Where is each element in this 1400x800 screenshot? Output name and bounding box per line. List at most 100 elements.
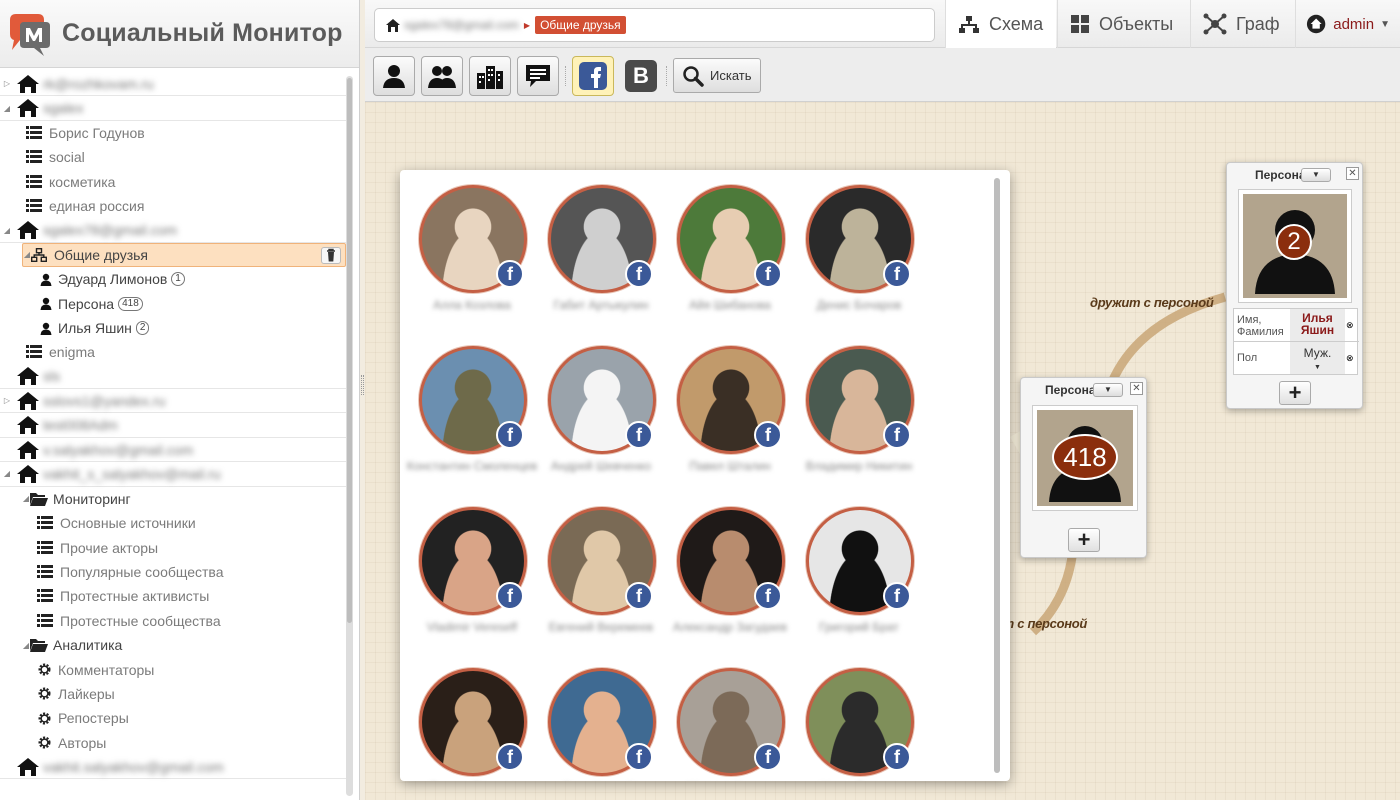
- add-group-button[interactable]: [421, 56, 463, 96]
- expand-toggle-icon[interactable]: ◢: [3, 104, 11, 113]
- tree-item-account[interactable]: ◢ vakhit_s_salyakhov@mail.ru: [0, 462, 346, 487]
- tab-graph[interactable]: Граф: [1190, 0, 1294, 48]
- tree-item-account[interactable]: sls: [0, 365, 346, 390]
- expand-toggle-icon[interactable]: ◢: [3, 226, 11, 235]
- friend-card[interactable]: f Айя Шибанова: [660, 170, 800, 330]
- friend-name[interactable]: Олег Ковалёв: [531, 780, 671, 781]
- friend-name[interactable]: Виктор Сенчин: [402, 780, 542, 781]
- tree-item-folder[interactable]: ◢ Мониторинг: [0, 487, 346, 511]
- gender-select[interactable]: Муж. ▼: [1290, 342, 1345, 374]
- persona-type-dropdown[interactable]: ▼: [1093, 383, 1123, 397]
- friend-card[interactable]: f Виктор Сенчин: [402, 653, 542, 781]
- search-button[interactable]: Искать: [673, 58, 761, 93]
- expand-toggle-icon[interactable]: ▷: [3, 79, 11, 88]
- friend-name[interactable]: Денис Бочаров: [789, 297, 929, 313]
- app-logo[interactable]: Социальный Монитор: [0, 0, 359, 68]
- tree-item-person[interactable]: Персона 418: [0, 292, 346, 316]
- tab-schema[interactable]: Схема: [945, 0, 1056, 49]
- tree-item-gear[interactable]: Репостеры: [0, 706, 346, 730]
- tree-item-gear[interactable]: Авторы: [0, 731, 346, 755]
- friend-name[interactable]: Vladimir Vereseff: [402, 619, 542, 635]
- persona-type-dropdown[interactable]: ▼: [1301, 168, 1331, 182]
- friend-name[interactable]: Габит Артыкулин: [531, 297, 671, 313]
- expand-toggle-icon[interactable]: ◢: [22, 641, 30, 650]
- facebook-filter-button[interactable]: [572, 56, 614, 96]
- user-menu[interactable]: admin ▼: [1295, 0, 1400, 48]
- tree-item-gear[interactable]: Лайкеры: [0, 682, 346, 706]
- friend-name[interactable]: Павел Шталин: [660, 458, 800, 474]
- tree-item-list[interactable]: social: [0, 145, 346, 169]
- add-message-button[interactable]: [517, 56, 559, 96]
- friend-name[interactable]: Константин Смоленцев: [402, 458, 542, 474]
- tree-item-account[interactable]: test008Adm: [0, 413, 346, 438]
- close-icon[interactable]: ✕: [1346, 167, 1359, 180]
- friend-card[interactable]: f Андрей Шевченко: [531, 331, 671, 491]
- friend-card[interactable]: f Алла Козлова: [402, 170, 542, 330]
- friend-name[interactable]: Александр Загудаев: [660, 619, 800, 635]
- persona-card[interactable]: Персона ▼ ✕ 418 +: [1020, 377, 1147, 558]
- expand-toggle-icon[interactable]: ◢: [22, 494, 30, 503]
- friend-name[interactable]: Алла Козлова: [402, 297, 542, 313]
- friend-card[interactable]: f Олег Ковалёв: [531, 653, 671, 781]
- add-attribute-button[interactable]: +: [1279, 381, 1311, 405]
- tree-item-gear[interactable]: Комментаторы: [0, 657, 346, 681]
- friend-name[interactable]: Айя Шибанова: [660, 297, 800, 313]
- tree-item-list[interactable]: Основные источники: [0, 511, 346, 535]
- tree-item-account[interactable]: ▷ rk@rozhkovam.ru: [0, 72, 346, 97]
- remove-attribute-icon[interactable]: ⊗: [1346, 319, 1354, 331]
- friend-card[interactable]: f Евгений Веремеев: [531, 492, 671, 652]
- vk-filter-button[interactable]: В: [620, 56, 662, 96]
- sidebar-scrollbar[interactable]: [346, 76, 353, 796]
- schema-canvas[interactable]: дружит с персоной ит с персоной f Алла Ко…: [365, 102, 1400, 800]
- expand-toggle-icon[interactable]: ◢: [3, 469, 11, 478]
- friend-card[interactable]: f Денис Бочаров: [789, 170, 929, 330]
- friend-card[interactable]: f Григорий Брат: [789, 492, 929, 652]
- tree-item-account[interactable]: ▷ sslovs1@yandex.ru: [0, 389, 346, 414]
- friend-card[interactable]: f Vladimir Vereseff: [402, 492, 542, 652]
- friend-card[interactable]: f Габит Артыкулин: [531, 170, 671, 330]
- tree-item-account[interactable]: vakhit.salyakhov@gmail.com: [0, 755, 346, 780]
- expand-toggle-icon[interactable]: ◢: [23, 250, 31, 259]
- tree-item-account[interactable]: v.salyakhov@gmail.com: [0, 438, 346, 463]
- tree-item-list[interactable]: Протестные активисты: [0, 584, 346, 608]
- tree-item-person[interactable]: Илья Яшин 2: [0, 316, 346, 340]
- friend-name[interactable]: Евгений Веремеев: [531, 619, 671, 635]
- expand-toggle-icon[interactable]: ▷: [3, 396, 11, 405]
- tree-item-account[interactable]: ◢ sgalex: [0, 96, 346, 121]
- delete-icon[interactable]: [321, 246, 341, 264]
- tree-item-list[interactable]: enigma: [0, 340, 346, 364]
- tree-item-list[interactable]: Популярные сообщества: [0, 560, 346, 584]
- persona-card-yashin[interactable]: Персона ▼ ✕ 2 Имя, Фамилия Илья Яшин ⊗ П…: [1226, 162, 1363, 409]
- friend-card[interactable]: f Владимир Никитин: [789, 331, 929, 491]
- sidebar-scrollbar-thumb[interactable]: [347, 78, 352, 623]
- friend-card[interactable]: f Константин Смоленцев: [402, 331, 542, 491]
- tab-objects[interactable]: Объекты: [1057, 0, 1189, 48]
- sidebar-resize-handle[interactable]: [361, 375, 364, 395]
- panel-scrollbar-thumb[interactable]: [994, 178, 1000, 773]
- panel-scrollbar[interactable]: [994, 178, 1000, 773]
- tree-item-list[interactable]: Прочие акторы: [0, 535, 346, 559]
- add-person-button[interactable]: [373, 56, 415, 96]
- tree-item-list[interactable]: Протестные сообщества: [0, 609, 346, 633]
- friend-card[interactable]: f Игорь Власов: [789, 653, 929, 781]
- tree-item-group[interactable]: ◢ Общие друзья: [22, 242, 346, 268]
- breadcrumb-account[interactable]: sgalex78@gmail.com: [404, 18, 519, 32]
- attribute-value[interactable]: Илья Яшин: [1290, 309, 1345, 341]
- tree-item-folder[interactable]: ◢ Аналитика: [0, 633, 346, 657]
- tree-item-list[interactable]: Борис Годунов: [0, 121, 346, 145]
- friend-card[interactable]: f Павел Шталин: [660, 331, 800, 491]
- close-icon[interactable]: ✕: [1130, 382, 1143, 395]
- friend-name[interactable]: Марина Котова: [660, 780, 800, 781]
- friend-name[interactable]: Григорий Брат: [789, 619, 929, 635]
- friend-card[interactable]: f Марина Котова: [660, 653, 800, 781]
- friend-name[interactable]: Игорь Власов: [789, 780, 929, 781]
- add-organization-button[interactable]: [469, 56, 511, 96]
- remove-attribute-icon[interactable]: ⊗: [1346, 352, 1354, 364]
- friend-card[interactable]: f Александр Загудаев: [660, 492, 800, 652]
- tree-item-list[interactable]: косметика: [0, 170, 346, 194]
- friend-name[interactable]: Владимир Никитин: [789, 458, 929, 474]
- tree-item-list[interactable]: единая россия: [0, 194, 346, 218]
- tree-item-account[interactable]: ◢ sgalex78@gmail.com: [0, 218, 346, 243]
- breadcrumb-current[interactable]: Общие друзья: [535, 16, 626, 34]
- tree-item-person[interactable]: Эдуард Лимонов 1: [0, 267, 346, 291]
